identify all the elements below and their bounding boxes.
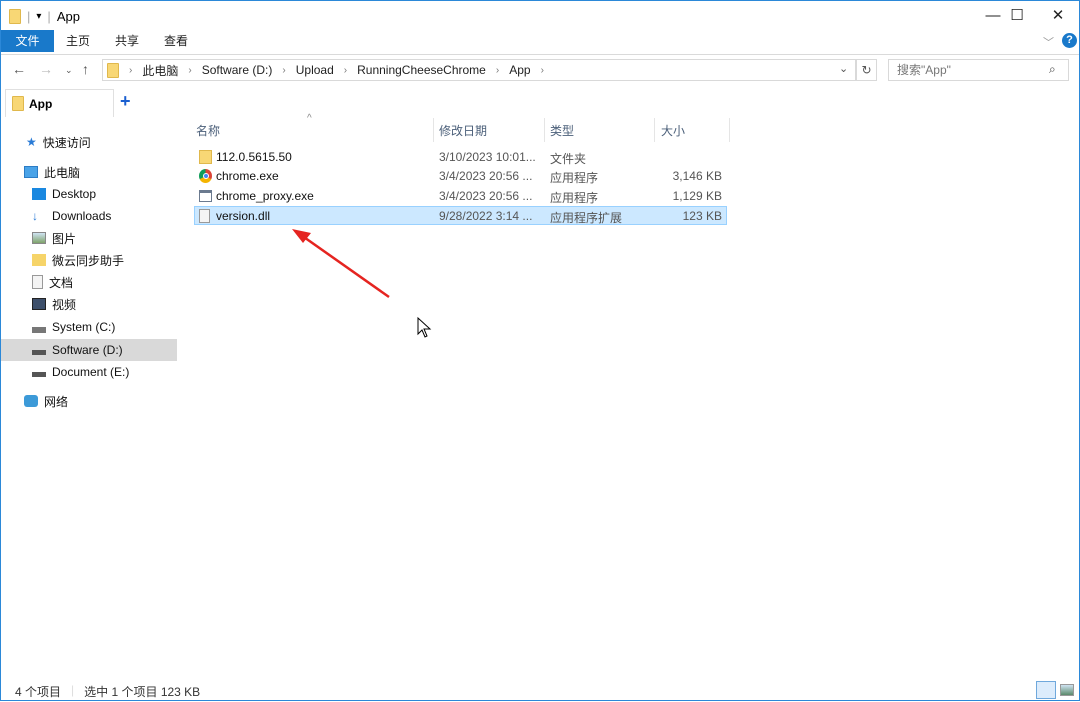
mouse-cursor-icon [417,316,432,338]
status-bar: 4 个项目 | 选中 1 个项目 123 KB [15,683,200,700]
explorer-window: | ▾ | App — ☐ ✕ 文件 主页 共享 查看 ﹀ ? ← → ⌄ ↑ … [0,0,1080,701]
item-count: 4 个项目 [15,685,62,699]
details-view-button[interactable] [1036,681,1056,699]
divider: | [71,683,75,697]
selection-info: 选中 1 个项目 123 KB [84,685,201,699]
large-icons-view-button[interactable] [1060,684,1074,696]
annotation-layer [292,229,432,338]
red-arrow-annotation [292,229,390,299]
